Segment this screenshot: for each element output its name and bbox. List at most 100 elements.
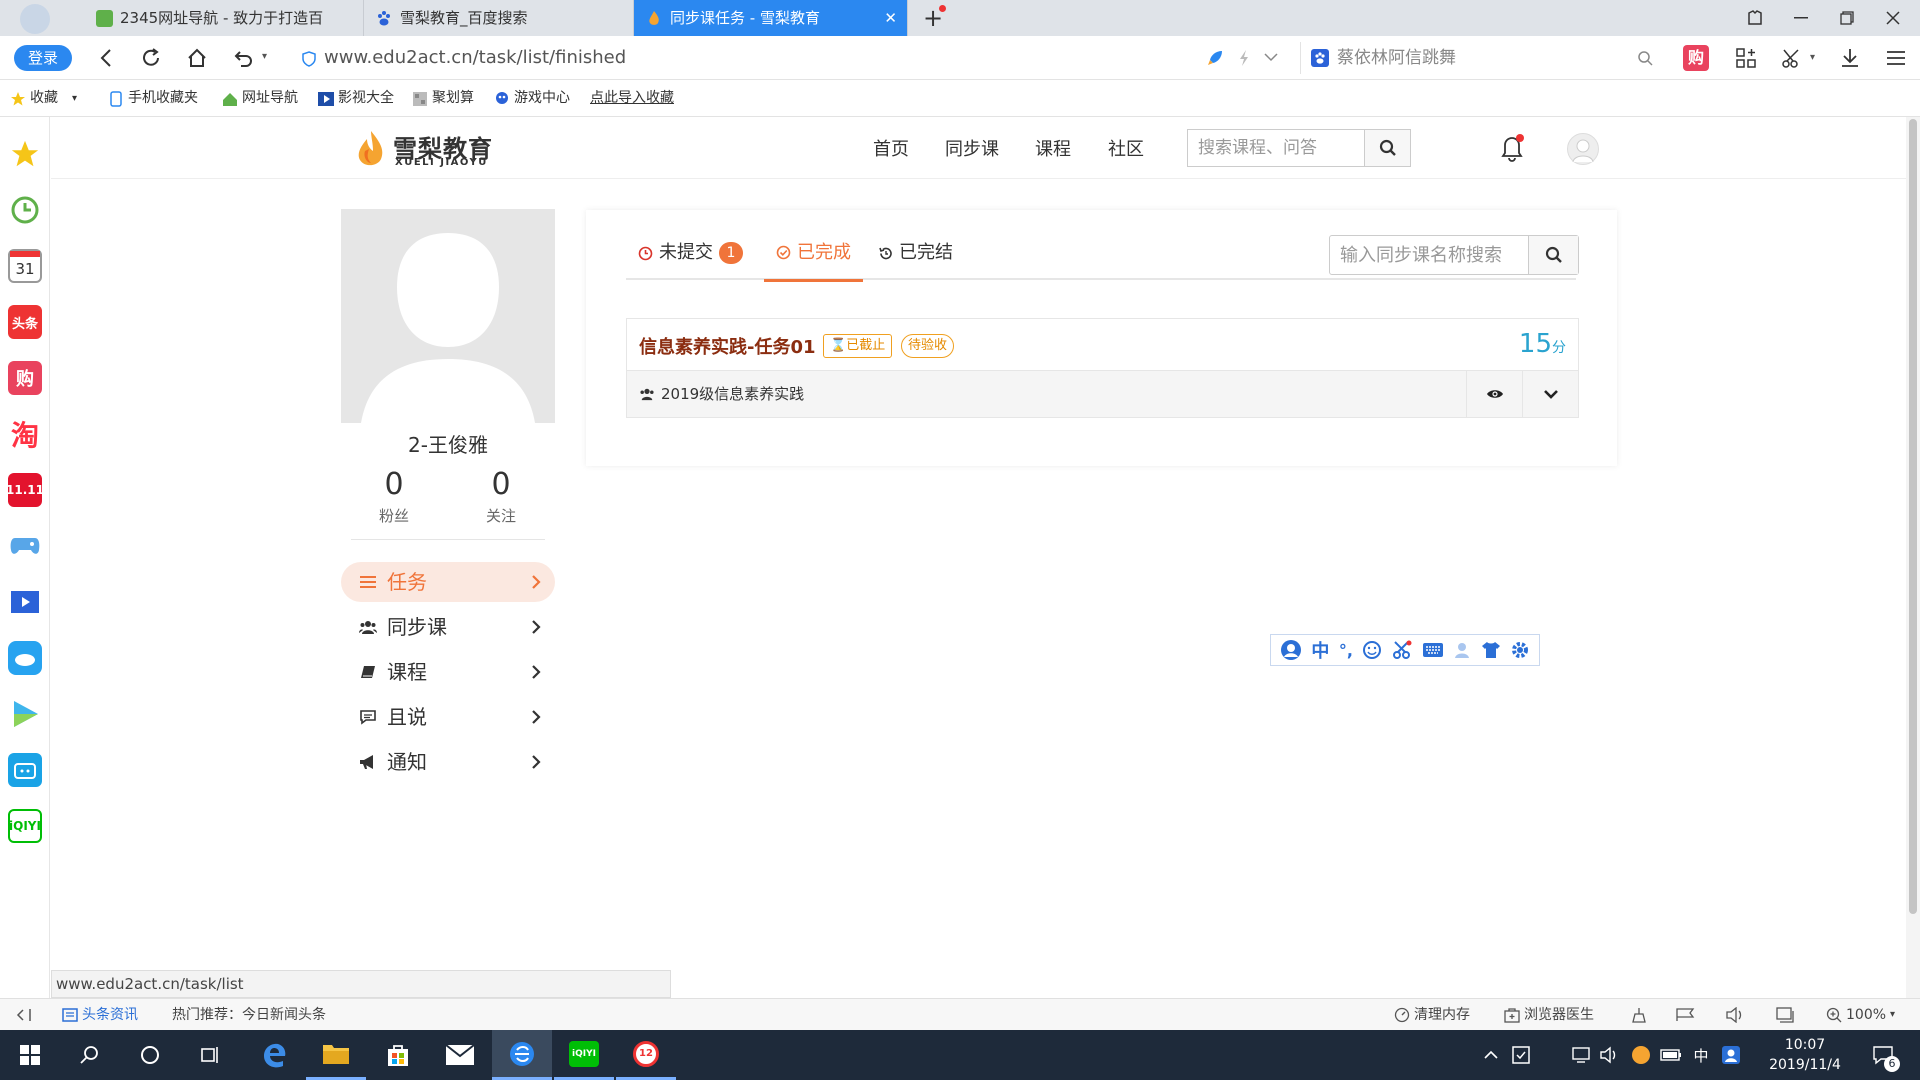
- bookmark-video[interactable]: 影视大全: [318, 80, 394, 117]
- user-icon[interactable]: [1453, 641, 1471, 659]
- rocket-icon[interactable]: [1206, 49, 1224, 67]
- iqiyi-taskbar-icon[interactable]: iQIYI: [554, 1030, 614, 1080]
- download-icon[interactable]: [1836, 44, 1864, 72]
- clean-memory-button[interactable]: 清理内存: [1394, 999, 1470, 1031]
- task-view-icon[interactable]: [180, 1030, 240, 1080]
- film-icon[interactable]: [8, 585, 42, 619]
- tab-unsubmitted[interactable]: 未提交 1: [626, 230, 755, 280]
- play-video-icon[interactable]: [8, 697, 42, 731]
- skin-shirt-icon[interactable]: [1481, 641, 1501, 659]
- action-center-icon[interactable]: 6: [1868, 1044, 1900, 1072]
- expand-task-button[interactable]: [1522, 371, 1578, 417]
- tab-close-icon[interactable]: ✕: [884, 0, 897, 36]
- cortana-icon[interactable]: [120, 1030, 180, 1080]
- ime-punct-toggle[interactable]: °,: [1339, 641, 1353, 660]
- volume-icon[interactable]: [1726, 999, 1744, 1031]
- taskbar-search-icon[interactable]: [60, 1030, 120, 1080]
- bilibili-icon[interactable]: [8, 753, 42, 787]
- menu-item-tasks[interactable]: 任务: [341, 562, 555, 602]
- speaker-icon[interactable]: [1598, 1044, 1620, 1066]
- bookmark-favorites[interactable]: 收藏 ▾: [10, 80, 77, 117]
- emoji-icon[interactable]: [1362, 640, 1382, 660]
- gamepad-icon[interactable]: [8, 529, 42, 563]
- address-bar[interactable]: www.edu2act.cn/task/list/finished: [288, 42, 1298, 74]
- menu-item-sync-course[interactable]: 同步课: [341, 607, 555, 647]
- tray-app-icon[interactable]: [1510, 1044, 1532, 1066]
- toutiao-icon[interactable]: 头条: [8, 305, 42, 339]
- bookmark-mobile[interactable]: 手机收藏夹: [108, 80, 198, 117]
- ime-logo-icon[interactable]: [1280, 639, 1302, 661]
- skin-icon[interactable]: [1732, 0, 1778, 36]
- undo-close-button[interactable]: [230, 44, 258, 72]
- refresh-button[interactable]: [137, 44, 165, 72]
- file-explorer-icon[interactable]: [306, 1030, 366, 1080]
- search-engine-input[interactable]: 蔡依林阿信跳舞: [1300, 42, 1660, 74]
- store-icon[interactable]: [368, 1030, 428, 1080]
- nav-community[interactable]: 社区: [1108, 135, 1144, 161]
- minimize-button[interactable]: [1778, 0, 1824, 36]
- tab-closed[interactable]: 已完结: [866, 230, 965, 280]
- scissors-icon[interactable]: [1778, 44, 1806, 72]
- back-button[interactable]: [92, 44, 120, 72]
- news-button[interactable]: 头条资讯: [62, 999, 138, 1031]
- edge-browser-icon[interactable]: [244, 1030, 304, 1080]
- weather-icon[interactable]: [8, 641, 42, 675]
- view-task-button[interactable]: [1466, 371, 1522, 417]
- windows-start-button[interactable]: [0, 1030, 60, 1080]
- bookmark-import[interactable]: 点此导入收藏: [590, 80, 674, 117]
- zoom-control[interactable]: 100% ▾: [1826, 999, 1895, 1031]
- taobao-icon[interactable]: 淘: [8, 417, 42, 452]
- browser-doctor-button[interactable]: 浏览器医生: [1504, 999, 1594, 1031]
- history-clock-icon[interactable]: [8, 193, 42, 227]
- taskbar-clock[interactable]: 10:07 2019/11/4: [1755, 1035, 1855, 1075]
- menu-item-notice[interactable]: 通知: [341, 742, 555, 782]
- task-title-link[interactable]: 信息素养实践-任务01: [639, 333, 816, 359]
- browser-tab-2345[interactable]: 2345网址导航 - 致力于打造百: [84, 0, 364, 36]
- chevron-down-icon[interactable]: [1264, 52, 1278, 62]
- hot-recommend-link[interactable]: 热门推荐：今日新闻头条: [172, 999, 326, 1031]
- cleaner-icon[interactable]: [1630, 999, 1648, 1031]
- site-search-button[interactable]: [1364, 130, 1410, 166]
- battery-icon[interactable]: [1660, 1044, 1682, 1066]
- menu-item-talk[interactable]: 且说: [341, 697, 555, 737]
- ime-lang-toggle[interactable]: 中: [1311, 637, 1329, 663]
- chevron-down-icon[interactable]: ▾: [72, 80, 77, 117]
- keyboard-icon[interactable]: [1422, 642, 1444, 658]
- undo-dropdown-icon[interactable]: ▾: [262, 51, 267, 62]
- scissors-dropdown-icon[interactable]: ▾: [1810, 52, 1815, 63]
- favorites-star-icon[interactable]: [8, 137, 42, 171]
- close-window-button[interactable]: [1870, 0, 1916, 36]
- scrollbar-thumb[interactable]: [1909, 119, 1917, 914]
- window-mode-icon[interactable]: [1776, 999, 1794, 1031]
- follow-stat[interactable]: 0 关注: [461, 467, 541, 526]
- search-icon[interactable]: [1637, 50, 1653, 66]
- home-button[interactable]: [183, 44, 211, 72]
- nav-course[interactable]: 课程: [1035, 135, 1071, 161]
- profile-avatar[interactable]: [341, 209, 555, 423]
- nav-home[interactable]: 首页: [873, 135, 909, 161]
- shopping-bag-icon[interactable]: 购: [8, 361, 42, 395]
- login-button[interactable]: 登录: [14, 45, 72, 71]
- shopping-icon[interactable]: 购: [1682, 44, 1710, 72]
- apps-icon[interactable]: [1732, 44, 1760, 72]
- iqiyi-icon[interactable]: iQIYI: [8, 809, 42, 843]
- lightning-icon[interactable]: [1238, 49, 1250, 67]
- notification-bell-icon[interactable]: [1498, 133, 1526, 163]
- mail-icon[interactable]: [430, 1030, 490, 1080]
- bookmark-juhuasuan[interactable]: 聚划算: [412, 80, 474, 117]
- 2345-browser-taskbar-icon[interactable]: [492, 1030, 552, 1080]
- browser-tab-baidu[interactable]: 雪梨教育_百度搜索: [364, 0, 634, 36]
- browser-avatar[interactable]: [20, 4, 50, 34]
- gear-icon[interactable]: [1510, 640, 1530, 660]
- fans-stat[interactable]: 0 粉丝: [354, 467, 434, 526]
- app-12-taskbar-icon[interactable]: 12: [616, 1030, 676, 1080]
- task-search-input[interactable]: [1330, 236, 1530, 274]
- task-search-button[interactable]: [1528, 236, 1578, 274]
- tab-finished[interactable]: 已完成: [764, 230, 863, 282]
- page-scrollbar[interactable]: [1906, 117, 1920, 998]
- bookmark-2345[interactable]: 网址导航: [222, 80, 298, 117]
- tray-user-icon[interactable]: [1720, 1044, 1742, 1066]
- browser-tab-active[interactable]: 同步课任务 - 雪梨教育 ✕: [634, 0, 908, 36]
- collapse-sidebar-button[interactable]: [16, 999, 32, 1031]
- tray-chevron-up-icon[interactable]: [1480, 1044, 1502, 1066]
